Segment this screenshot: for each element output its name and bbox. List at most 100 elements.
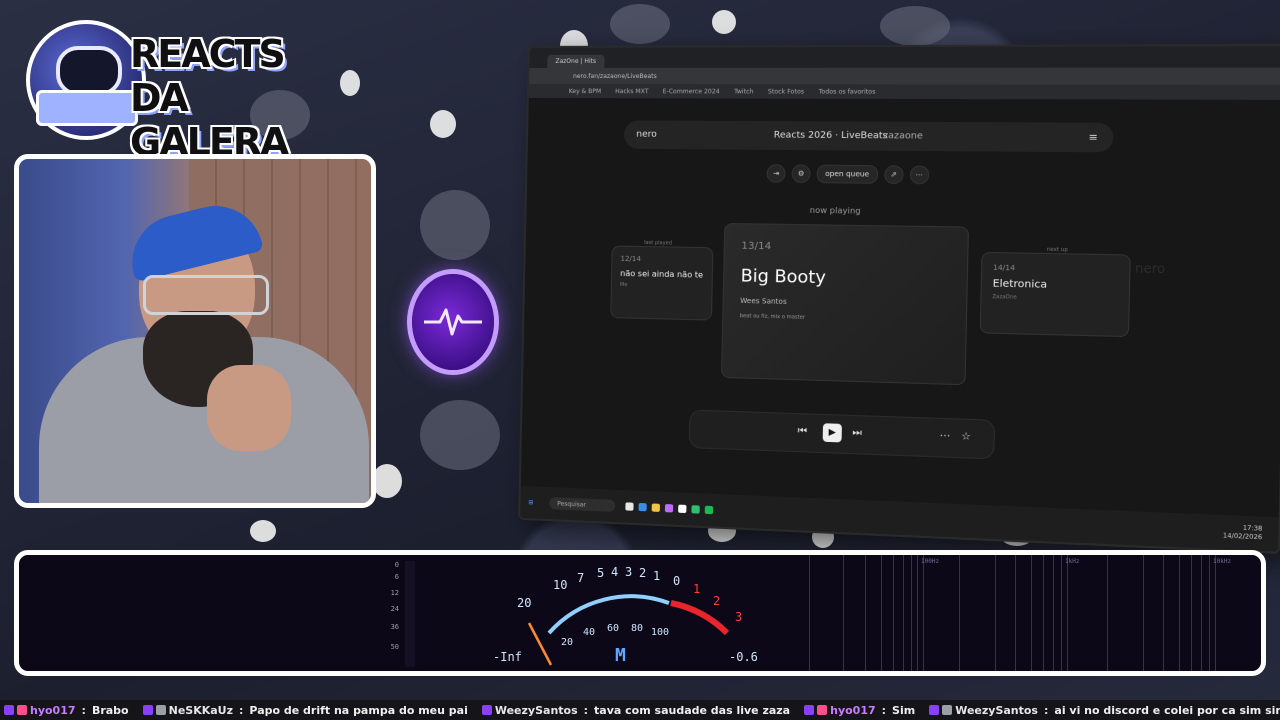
more-icon[interactable]: ⋯	[909, 165, 929, 184]
vu-label: 7	[577, 571, 584, 585]
track-artist: Wees Santos	[740, 297, 949, 310]
vu-label: 0	[673, 574, 680, 588]
twitch-badge-icon	[929, 705, 939, 715]
bookmark-item[interactable]: Hacks MXT	[615, 88, 648, 95]
freq-label: 1kHz	[1065, 558, 1079, 565]
previous-track-card[interactable]: 12/14 não sei ainda não termi... Me	[610, 245, 713, 320]
chat-message: hyo017: Sim	[804, 704, 915, 717]
track-title: não sei ainda não termi...	[620, 269, 704, 280]
taskbar-search[interactable]: Pesquisar	[549, 497, 615, 512]
play-pause-button[interactable]: ▶	[823, 423, 842, 442]
tab-strip: ZazOne | Hits	[529, 46, 1280, 68]
chat-text: Brabo	[92, 704, 129, 717]
chat-message: WeezySantos: tava com saudade das live z…	[482, 704, 790, 717]
vu-needle	[529, 623, 551, 665]
chat-username[interactable]: NeSKKaUz	[169, 704, 233, 717]
bookmark-item[interactable]: Todos os favoritos	[819, 88, 876, 95]
app-navbar: nero Reacts 2026 · LiveBeats zazaone ≡	[624, 120, 1114, 152]
browser-tab[interactable]: ZazOne | Hits	[547, 54, 604, 67]
vu-percent: 60	[607, 623, 619, 634]
chat-username[interactable]: hyo017	[30, 704, 76, 717]
bookmark-item[interactable]: E-Commerce 2024	[663, 88, 720, 95]
login-icon[interactable]: ⇥	[767, 164, 786, 183]
track-description: beat ou fiz, mix o master	[740, 313, 949, 324]
app-icon[interactable]	[625, 502, 633, 510]
vu-percent: 80	[631, 623, 643, 634]
track-number: 12/14	[620, 255, 704, 265]
vu-percent: 20	[561, 637, 573, 648]
db-tick: 36	[375, 621, 399, 633]
app-page: nero Reacts 2026 · LiveBeats zazaone ≡ ⇥…	[521, 98, 1280, 517]
session-title: Reacts 2026 · LiveBeats	[774, 130, 888, 141]
chat-message: WeezySantos: ai vi no discord e colei po…	[929, 704, 1280, 717]
brand-watermark: nero	[1135, 261, 1166, 276]
star-icon[interactable]: ☆	[961, 431, 971, 443]
freq-label: 100Hz	[921, 558, 939, 565]
vu-percent: 100	[651, 627, 669, 638]
monitor-capture: ZazOne | Hits nero.fan/zazaone/LiveBeats…	[525, 48, 1250, 526]
open-queue-button[interactable]: open queue	[817, 165, 878, 184]
more-options-icon[interactable]: ⋯	[940, 430, 951, 442]
twitch-badge-icon	[4, 705, 14, 715]
app-icon[interactable]	[665, 504, 673, 512]
twitch-badge-icon	[482, 705, 492, 715]
track-number: 13/14	[741, 241, 950, 256]
previous-icon[interactable]: ⏮	[798, 425, 808, 437]
db-tick: 50	[375, 641, 399, 653]
share-icon[interactable]: ⇗	[884, 165, 904, 184]
clock-date: 14/02/2026	[1223, 532, 1263, 542]
url-text: nero.fan/zazaone/LiveBeats	[573, 72, 657, 79]
right-readout: -0.6	[729, 650, 758, 664]
system-clock[interactable]: 17:38 14/02/2026	[1223, 524, 1263, 543]
app-icon[interactable]	[639, 503, 647, 511]
folder-icon[interactable]	[652, 503, 660, 511]
vu-label: 10	[553, 578, 567, 592]
vu-percent: 40	[583, 627, 595, 638]
bookmark-item[interactable]: Key & BPM	[569, 88, 602, 95]
twitch-badge-icon	[143, 705, 153, 715]
username[interactable]: zazaone	[883, 131, 923, 142]
vu-label: 1	[693, 582, 700, 596]
astronaut-boombox-icon	[26, 20, 146, 140]
next-icon[interactable]: ⏭	[852, 427, 862, 439]
db-tick: 6	[375, 571, 399, 583]
settings-icon[interactable]: ⚙	[791, 164, 810, 183]
db-tick: 12	[375, 587, 399, 599]
heart-badge-icon	[17, 705, 27, 715]
bookmark-item[interactable]: Twitch	[734, 88, 753, 95]
bookmark-item[interactable]: Stock Fotos	[768, 88, 804, 95]
vu-label: 3	[735, 610, 742, 624]
chrome-icon[interactable]	[691, 505, 699, 513]
spotify-icon[interactable]	[705, 506, 713, 514]
address-bar[interactable]: nero.fan/zazaone/LiveBeats	[529, 68, 1280, 85]
freq-label: 10kHz	[1213, 558, 1231, 565]
spectrum-analyzer: 100Hz 1kHz 10kHz	[809, 555, 1266, 673]
browser-window: ZazOne | Hits nero.fan/zazaone/LiveBeats…	[520, 46, 1280, 552]
game-badge-icon	[942, 705, 952, 715]
next-track-card[interactable]: 14/14 Eletronica ZazaOne	[980, 252, 1131, 337]
vu-label: 2	[713, 594, 720, 608]
chat-text: Papo de drift na pampa do meu pai	[249, 704, 467, 717]
chat-username[interactable]: hyo017	[830, 704, 876, 717]
webcam-feed	[14, 154, 376, 508]
brand-logo[interactable]: nero	[636, 130, 657, 140]
db-tick: 0	[375, 559, 399, 571]
chat-message: NeSKKaUz: Papo de drift na pampa do meu …	[143, 704, 468, 717]
menu-icon[interactable]: ≡	[1088, 132, 1098, 144]
chat-message: hyo017: Brabo	[0, 704, 129, 717]
chat-ticker: hyo017: Brabo NeSKKaUz: Papo de drift na…	[0, 700, 1280, 720]
windows-start-icon[interactable]: ⊞	[528, 499, 533, 506]
app-icon[interactable]	[678, 505, 686, 513]
vu-label: 1	[653, 569, 660, 583]
audio-meter-panel: 0 6 12 24 36 50 20 10 7 5 4 3 2 1 0 1 2 …	[14, 550, 1266, 676]
chat-username[interactable]: WeezySantos	[495, 704, 578, 717]
chat-username[interactable]: WeezySantos	[955, 704, 1038, 717]
game-badge-icon	[156, 705, 166, 715]
logo-text: REACTS DA GALERA	[130, 32, 287, 164]
current-track-card[interactable]: 13/14 Big Booty Wees Santos beat ou fiz,…	[721, 223, 969, 385]
heart-badge-icon	[817, 705, 827, 715]
left-readout: -Inf	[493, 650, 522, 664]
track-title: Big Booty	[740, 266, 949, 291]
vu-label: 2	[639, 566, 646, 580]
track-title: Eletronica	[993, 278, 1118, 292]
